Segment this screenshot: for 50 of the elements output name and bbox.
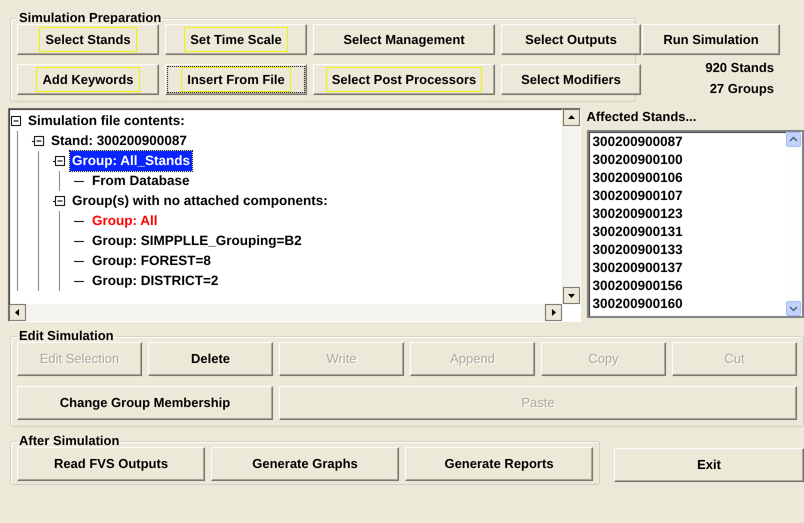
tree-item[interactable]: Group: All_Stands	[70, 150, 192, 172]
scroll-left-icon[interactable]	[9, 304, 26, 321]
scrollbar[interactable]	[562, 109, 580, 304]
tree-item[interactable]: Simulation file contents:	[26, 110, 187, 132]
tree-item[interactable]: Stand: 300200900087	[49, 130, 189, 152]
button[interactable]: Add Keywords	[17, 64, 159, 95]
button[interactable]: Select Post Processors	[313, 64, 495, 95]
button[interactable]: Read FVS Outputs	[17, 447, 205, 481]
list-item[interactable]: 300200900156	[588, 277, 786, 295]
section-title: Edit Simulation	[18, 328, 115, 344]
tree-item[interactable]: From Database	[90, 170, 192, 192]
tree-item[interactable]: Group: DISTRICT=2	[90, 270, 220, 292]
list-item[interactable]: 300200900123	[588, 205, 786, 223]
section-title: Simulation Preparation	[18, 10, 162, 26]
scrollbar[interactable]	[9, 304, 562, 321]
button[interactable]: Select Management	[313, 24, 495, 55]
tree-item[interactable]: Group: SIMPPLLE_Grouping=B2	[90, 230, 304, 252]
tree-item[interactable]: Group: All	[90, 210, 160, 232]
list-item[interactable]: 300200900087	[588, 133, 786, 151]
run-simulation-button[interactable]: Run Simulation	[642, 24, 780, 55]
collapse-icon[interactable]	[55, 156, 66, 166]
tree-item[interactable]: Group: FOREST=8	[90, 250, 213, 272]
button[interactable]: Generate Graphs	[211, 447, 399, 481]
count-text: 27 Groups	[710, 82, 774, 96]
tree-item[interactable]: Group(s) with no attached components:	[70, 190, 330, 212]
button[interactable]: Set Time Scale	[165, 24, 307, 55]
list-item[interactable]: 300200900137	[588, 259, 786, 277]
list-item[interactable]: 300200900133	[588, 241, 786, 259]
scroll-up-icon[interactable]	[562, 109, 580, 126]
list-item[interactable]: 300200900106	[588, 169, 786, 187]
list-title: Affected Stands...	[586, 108, 696, 126]
button[interactable]: Select Modifiers	[501, 64, 641, 95]
button[interactable]: Select Stands	[17, 24, 159, 55]
collapse-icon[interactable]	[55, 196, 66, 206]
list-item[interactable]: 300200900131	[588, 223, 786, 241]
button[interactable]: Change Group Membership	[17, 386, 273, 420]
section-title: After Simulation	[18, 433, 120, 449]
button[interactable]: Insert From File	[165, 64, 307, 95]
button[interactable]: Generate Reports	[405, 447, 593, 481]
list-item[interactable]: 300200900160	[588, 295, 786, 313]
collapse-icon[interactable]	[11, 116, 22, 126]
exit-button[interactable]: Exit	[614, 448, 804, 482]
collapse-icon[interactable]	[34, 136, 45, 146]
button[interactable]: Delete	[148, 342, 273, 376]
list-item[interactable]: 300200900107	[588, 187, 786, 205]
scroll-down-icon[interactable]	[562, 287, 580, 304]
button[interactable]: Select Outputs	[501, 24, 641, 55]
list-item[interactable]: 300200900100	[588, 151, 786, 169]
scroll-right-icon[interactable]	[544, 304, 562, 321]
count-text: 920 Stands	[705, 61, 774, 75]
